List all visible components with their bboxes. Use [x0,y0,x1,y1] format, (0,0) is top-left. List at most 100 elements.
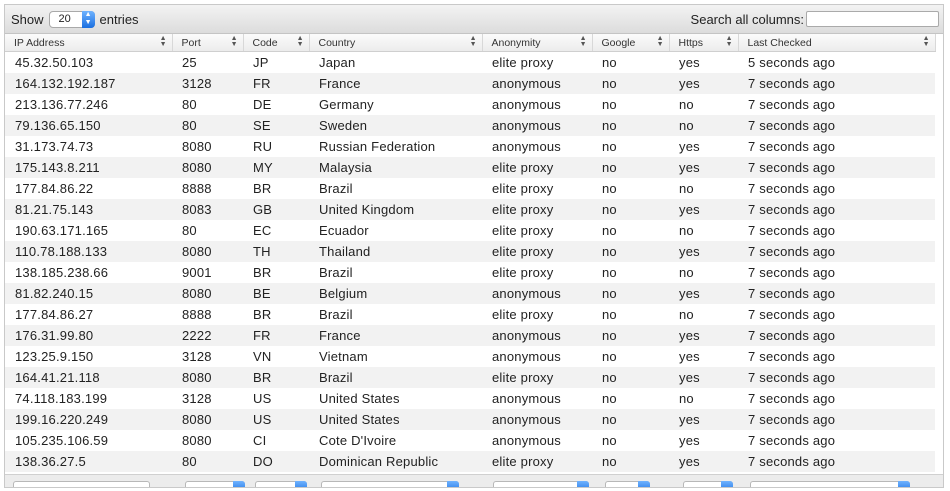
column-header-google[interactable]: Google ▲ ▼ [592,34,670,52]
filter-country[interactable] [321,481,459,487]
cell-port: 8080 [172,241,243,262]
cell-google: no [592,283,669,304]
cell-https: yes [669,136,738,157]
column-header-port[interactable]: Port ▲ ▼ [172,34,244,52]
table-body: 45.32.50.103 25 JP Japan elite proxy no yes 5 s… [5,51,935,472]
chevron-down-icon [898,481,910,487]
cell-code: VN [243,346,309,367]
cell-anonymity: elite proxy [482,262,592,283]
sort-both-icon: ▲ ▼ [230,35,238,48]
filter-anonymity[interactable] [493,481,589,487]
cell-https: yes [669,325,738,346]
filter-ip-address[interactable] [13,481,150,487]
column-header-ip-address[interactable]: IP Address ▲ ▼ [5,34,173,52]
chevron-down-icon [721,481,733,487]
cell-https: yes [669,73,738,94]
table-row[interactable]: 74.118.183.199 3128 US United States anonymo… [5,388,935,409]
table-row[interactable]: 190.63.171.165 80 EC Ecuador elite proxy no no… [5,220,935,241]
column-header-anonymity[interactable]: Anonymity ▲ ▼ [482,34,593,52]
column-header-country[interactable]: Country ▲ ▼ [309,34,483,52]
cell-google: no [592,51,669,73]
table-row[interactable]: 110.78.188.133 8080 TH Thailand elite proxy n… [5,241,935,262]
cell-port: 3128 [172,346,243,367]
filter-code[interactable] [255,481,307,487]
length-menu: Show 20 ▲ ▼ entries [11,10,139,28]
cell-ip-address: 176.31.99.80 [5,325,172,346]
cell-last-checked: 7 seconds ago [738,220,935,241]
cell-code: TH [243,241,309,262]
filter-port[interactable] [185,481,245,487]
cell-ip-address: 138.36.27.5 [5,451,172,472]
table-row[interactable]: 79.136.65.150 80 SE Sweden anonymous no no 7 se… [5,115,935,136]
table-row[interactable]: 138.185.238.66 9001 BR Brazil elite proxy no n… [5,262,935,283]
cell-anonymity: anonymous [482,430,592,451]
cell-ip-address: 31.173.74.73 [5,136,172,157]
cell-code: SE [243,115,309,136]
cell-last-checked: 7 seconds ago [738,199,935,220]
cell-google: no [592,409,669,430]
cell-last-checked: 7 seconds ago [738,73,935,94]
cell-code: RU [243,136,309,157]
table-row[interactable]: 105.235.106.59 8080 CI Cote D'Ivoire anonymo… [5,430,935,451]
table-row[interactable]: 81.21.75.143 8083 GB United Kingdom elite pr… [5,199,935,220]
cell-code: US [243,409,309,430]
cell-ip-address: 81.82.240.15 [5,283,172,304]
table-row[interactable]: 177.84.86.27 8888 BR Brazil elite proxy no no 7… [5,304,935,325]
cell-country: Brazil [309,262,482,283]
table-row[interactable]: 164.132.192.187 3128 FR France anonymous no ye… [5,73,935,94]
cell-port: 3128 [172,73,243,94]
cell-anonymity: anonymous [482,283,592,304]
cell-last-checked: 7 seconds ago [738,451,935,472]
table-row[interactable]: 164.41.21.118 8080 BR Brazil elite proxy no ye… [5,367,935,388]
cell-country: United States [309,409,482,430]
cell-last-checked: 7 seconds ago [738,262,935,283]
column-header-code[interactable]: Code ▲ ▼ [243,34,310,52]
table-row[interactable]: 213.136.77.246 80 DE Germany anonymous no no 7 … [5,94,935,115]
cell-anonymity: anonymous [482,136,592,157]
cell-https: no [669,388,738,409]
table-row[interactable]: 177.84.86.22 8888 BR Brazil elite proxy no no 7… [5,178,935,199]
table-row[interactable]: 45.32.50.103 25 JP Japan elite proxy no yes 5 s… [5,51,935,73]
table-row[interactable]: 31.173.74.73 8080 RU Russian Federation anon… [5,136,935,157]
filter-last-checked[interactable] [750,481,910,487]
table-row[interactable]: 176.31.99.80 2222 FR France anonymous no yes 7 … [5,325,935,346]
cell-country: Belgium [309,283,482,304]
cell-https: yes [669,283,738,304]
cell-https: yes [669,241,738,262]
cell-https: no [669,94,738,115]
table-row[interactable]: 123.25.9.150 3128 VN Vietnam anonymous no yes 7… [5,346,935,367]
cell-port: 80 [172,451,243,472]
proxy-table-widget: Show 20 ▲ ▼ entries Search all columns: I… [4,4,944,488]
cell-google: no [592,430,669,451]
table-row[interactable]: 175.143.8.211 8080 MY Malaysia elite proxy no… [5,157,935,178]
sort-both-icon: ▲ ▼ [725,35,733,48]
cell-code: US [243,388,309,409]
cell-https: yes [669,367,738,388]
filter-google[interactable] [605,481,650,487]
column-header-https[interactable]: Https ▲ ▼ [669,34,739,52]
chevron-down-icon [577,481,589,487]
entries-select[interactable]: 20 ▲ ▼ [48,10,95,28]
cell-last-checked: 7 seconds ago [738,325,935,346]
cell-anonymity: elite proxy [482,178,592,199]
table-row[interactable]: 199.16.220.249 8080 US United States anonymo… [5,409,935,430]
search-input[interactable] [806,11,939,27]
cell-port: 8080 [172,157,243,178]
table-row[interactable]: 81.82.240.15 8080 BE Belgium anonymous no yes 7… [5,283,935,304]
entries-select-value: 20 [58,12,71,25]
cell-code: FR [243,73,309,94]
cell-country: Brazil [309,367,482,388]
column-header-last-checked[interactable]: Last Checked ▲ ▼ [738,34,936,52]
cell-last-checked: 5 seconds ago [738,51,935,73]
header-row: IP Address ▲ ▼ Port ▲ ▼ Code ▲ ▼ Country ▲ ▼ Ano… [5,34,936,52]
sort-both-icon: ▲ ▼ [159,35,167,48]
cell-code: FR [243,325,309,346]
sort-both-icon: ▲ ▼ [922,35,930,48]
table-row[interactable]: 138.36.27.5 80 DO Dominican Republic elite p… [5,451,935,472]
filter-https[interactable] [683,481,733,487]
cell-last-checked: 7 seconds ago [738,94,935,115]
cell-anonymity: anonymous [482,388,592,409]
cell-https: yes [669,430,738,451]
sort-both-icon: ▲ ▼ [579,35,587,48]
cell-ip-address: 105.235.106.59 [5,430,172,451]
